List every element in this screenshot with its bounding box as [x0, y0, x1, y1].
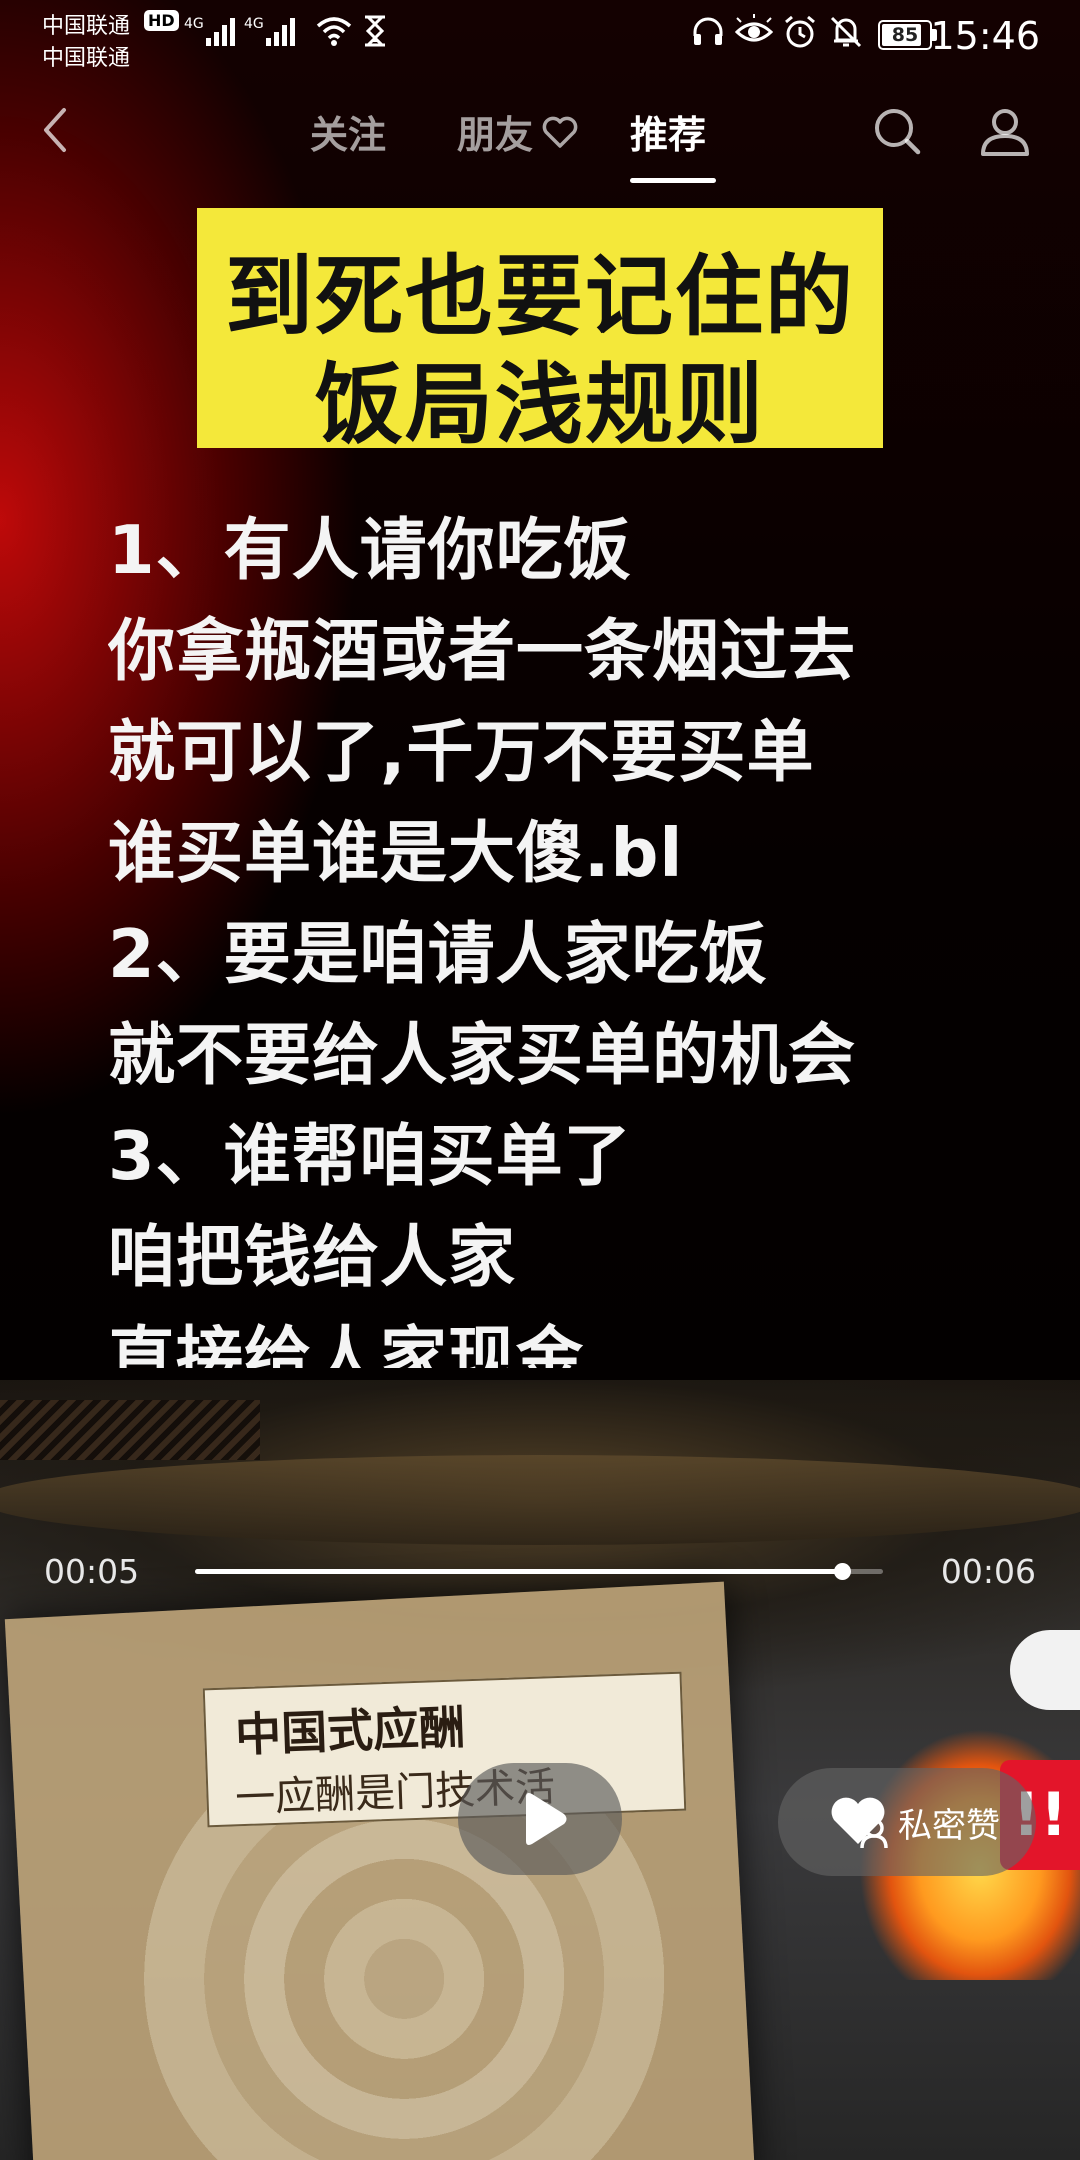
- tab-recommend[interactable]: 推荐: [630, 104, 706, 159]
- alarm-icon: [785, 15, 815, 48]
- network-type-2: 4G: [244, 16, 264, 32]
- progress-knob[interactable]: [833, 1563, 851, 1580]
- play-button[interactable]: [458, 1763, 622, 1875]
- video-text-line: 3、谁帮咱买单了: [108, 1117, 632, 1195]
- play-icon: [526, 1793, 567, 1845]
- mute-icon: [830, 16, 862, 48]
- private-like-button[interactable]: 私密赞: [778, 1768, 1036, 1876]
- video-text-line: 就不要给人家买单的机会: [108, 1016, 856, 1094]
- video-book-cover: [4, 1581, 756, 2160]
- battery-level: 85: [891, 24, 919, 46]
- video-text-line: 2、要是咱请人家吃饭: [108, 915, 768, 993]
- video-photo-pan: [0, 1455, 1080, 1545]
- video-title-line-2: 饭局浅规则: [314, 353, 765, 456]
- tab-follow[interactable]: 关注: [310, 104, 386, 159]
- video-text-line: 你拿瓶酒或者一条烟过去: [108, 612, 856, 690]
- signal-icon: [206, 18, 235, 46]
- battery-icon: 85: [878, 20, 932, 50]
- video-screen[interactable]: 中国式应酬 一应酬是门技术活 !! 中国联通 中国联通 HD 4G 4G 85 …: [0, 0, 1080, 2160]
- video-body-text: 1、有人请你吃饭 你拿瓶酒或者一条烟过去 就可以了,千万不要买单 谁买单谁是大傻…: [108, 500, 1008, 1368]
- private-like-label: 私密赞: [898, 1806, 1000, 1846]
- progress-fill: [195, 1569, 842, 1574]
- back-icon[interactable]: [30, 100, 80, 160]
- network-type-1: 4G: [184, 16, 204, 32]
- carrier-name-2: 中国联通: [42, 46, 131, 71]
- profile-icon[interactable]: [975, 102, 1035, 162]
- headset-icon: [693, 17, 723, 45]
- video-text-line: 直接给人家现金: [108, 1319, 584, 1368]
- video-text-line: 谁买单谁是大傻.bl: [108, 814, 684, 892]
- eye-icon: [735, 14, 773, 42]
- private-like-icon: [831, 1797, 888, 1849]
- video-text-line: 咱把钱给人家: [108, 1218, 516, 1296]
- video-text-line: 就可以了,千万不要买单: [108, 713, 815, 791]
- active-tab-indicator: [630, 178, 716, 183]
- progress-bar[interactable]: [195, 1563, 883, 1580]
- signal-icon: [266, 18, 295, 46]
- total-time: 00:06: [940, 1552, 1036, 1591]
- video-text-line: 1、有人请你吃饭: [108, 511, 632, 589]
- video-title-box: 到死也要记住的 饭局浅规则: [197, 208, 883, 456]
- video-photo-rail: [0, 1400, 260, 1460]
- carrier-name-1: 中国联通: [42, 14, 131, 39]
- book-title: 中国式应酬: [234, 1700, 466, 1762]
- tab-friends[interactable]: 朋友: [457, 104, 533, 159]
- wifi-icon: [316, 17, 352, 46]
- status-time: 15:46: [930, 14, 1040, 58]
- hd-badge: HD: [144, 10, 179, 31]
- top-navigation: 关注 朋友 推荐: [0, 90, 1080, 190]
- hourglass-icon: [365, 15, 385, 47]
- heart-icon: [542, 116, 578, 148]
- search-icon[interactable]: [868, 102, 928, 162]
- current-time: 00:05: [44, 1552, 140, 1591]
- status-bar: 中国联通 中国联通 HD 4G 4G 85 15:46: [0, 0, 1080, 71]
- video-shoe: [1010, 1630, 1080, 1710]
